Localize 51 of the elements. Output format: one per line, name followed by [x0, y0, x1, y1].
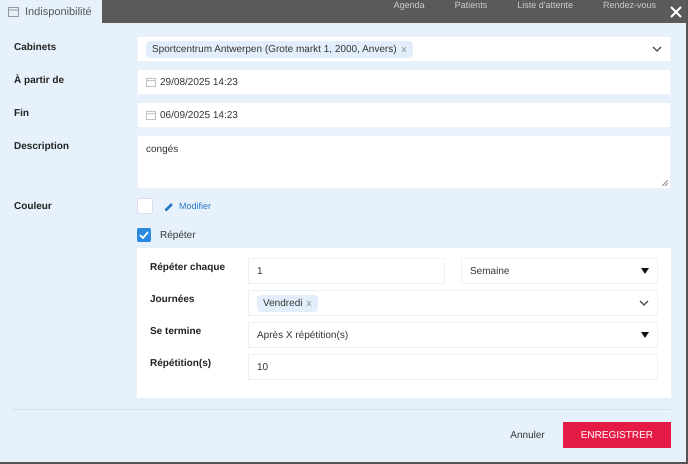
cabinet-tag: Sportcentrum Antwerpen (Grote markt 1, 2000, Anvers) [146, 40, 413, 58]
nav-link[interactable]: Rendez-vous [602, 0, 656, 10]
field-value: Semaine [470, 266, 510, 276]
pencil-icon [165, 202, 174, 210]
color-swatch[interactable] [137, 198, 153, 214]
field-label: Répétition(s) [150, 357, 212, 369]
day-tag: Vendredi [257, 294, 318, 312]
field-label: À partir de [14, 73, 66, 86]
remove-icon[interactable] [400, 46, 407, 52]
repetitions-field[interactable]: 10 [248, 354, 658, 380]
start-date-field[interactable]: 29/08/2025 14:23 [137, 69, 671, 95]
field-label: Journées [150, 293, 196, 305]
days-select[interactable]: Vendredi [248, 290, 658, 316]
calendar-icon [8, 6, 19, 17]
nav-link[interactable]: Agenda [394, 0, 425, 10]
field-label: Fin [14, 107, 30, 119]
field-value: 1 [257, 266, 263, 276]
chevron-down-icon [639, 300, 649, 306]
save-button[interactable]: ENREGISTRER [562, 422, 671, 448]
field-value: Après X répétition(s) [257, 330, 348, 340]
field-label: Cabinets [14, 41, 58, 53]
unit-select[interactable]: Semaine [461, 258, 658, 284]
dropdown-arrow-icon [641, 332, 649, 338]
nav-link[interactable]: Patients [454, 0, 488, 10]
calendar-icon [146, 110, 156, 120]
ends-select[interactable]: Après X répétition(s) [248, 322, 658, 348]
nav-link[interactable]: Liste d'attente [517, 0, 573, 10]
chevron-down-icon [652, 46, 662, 52]
field-label: Description [14, 140, 70, 152]
date-value: 06/09/2025 14:23 [160, 110, 238, 120]
description-field[interactable]: congés [137, 135, 671, 189]
date-value: 29/08/2025 14:23 [160, 76, 238, 88]
field-label: Se termine [150, 325, 202, 337]
close-icon[interactable] [670, 6, 682, 18]
modify-link[interactable]: Modifier [179, 201, 212, 211]
field-value: 10 [257, 362, 268, 372]
dialog-tab[interactable]: Indisponibilité [0, 0, 102, 23]
checkbox-label: Répéter [160, 230, 196, 240]
field-label: Répéter chaque [150, 261, 226, 273]
field-label: Couleur [14, 200, 53, 212]
dialog-title: Indisponibilité [25, 6, 92, 18]
remove-icon[interactable] [306, 300, 312, 306]
calendar-icon [146, 77, 156, 87]
resize-handle-icon[interactable] [662, 180, 668, 186]
interval-field[interactable]: 1 [248, 258, 445, 284]
dropdown-arrow-icon [641, 268, 649, 274]
repeat-checkbox[interactable] [137, 228, 151, 242]
description-text: congés [146, 144, 178, 155]
cancel-button[interactable]: Annuler [506, 426, 549, 444]
end-date-field[interactable]: 06/09/2025 14:23 [137, 102, 671, 128]
cabinets-select[interactable]: Sportcentrum Antwerpen (Grote markt 1, 2000, Anvers) [137, 36, 671, 62]
